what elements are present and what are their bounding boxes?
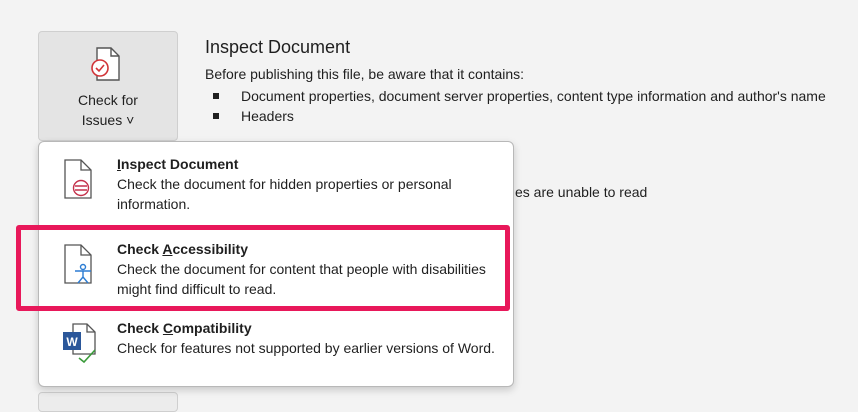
menu-item-title: Inspect Document [117, 156, 239, 172]
inspect-title: Inspect Document [205, 37, 351, 57]
check-button-label-line2: Issues ˅ [81, 112, 135, 128]
menu-item-inspect-document[interactable]: Inspect Document Check the document for … [39, 142, 513, 224]
bullet-item: Document properties, document server pro… [205, 86, 858, 106]
check-for-issues-menu: Inspect Document Check the document for … [38, 141, 514, 387]
menu-item-description: Check the document for hidden properties… [117, 176, 452, 212]
inspect-intro: Before publishing this file, be aware th… [205, 66, 525, 82]
check-button-label-line1: Check for [78, 92, 138, 108]
menu-item-title: Check Compatibility [117, 320, 252, 336]
menu-item-check-accessibility[interactable]: Check Accessibility Check the document f… [39, 227, 513, 309]
check-document-icon [91, 47, 120, 81]
bullet-icon [213, 93, 219, 99]
inspect-document-info: Inspect Document Before publishing this … [205, 36, 858, 126]
accessibility-partial-text: es are unable to read [515, 184, 648, 200]
word-compatibility-icon: W [63, 323, 96, 364]
check-for-issues-button[interactable]: Check for Issues ˅ [38, 31, 178, 141]
inspect-document-icon [64, 159, 92, 199]
menu-item-description: Check for features not supported by earl… [117, 340, 495, 356]
menu-item-check-compatibility[interactable]: W Check Compatibility Check for features… [39, 306, 513, 388]
svg-text:W: W [66, 335, 78, 349]
menu-item-description: Check the document for content that peop… [117, 261, 486, 297]
next-section-button[interactable] [38, 392, 178, 412]
bullet-item: Headers [205, 106, 858, 126]
inspect-bullet-list: Document properties, document server pro… [205, 86, 858, 126]
menu-item-title: Check Accessibility [117, 241, 249, 257]
accessibility-icon [64, 244, 92, 284]
bullet-icon [213, 113, 219, 119]
